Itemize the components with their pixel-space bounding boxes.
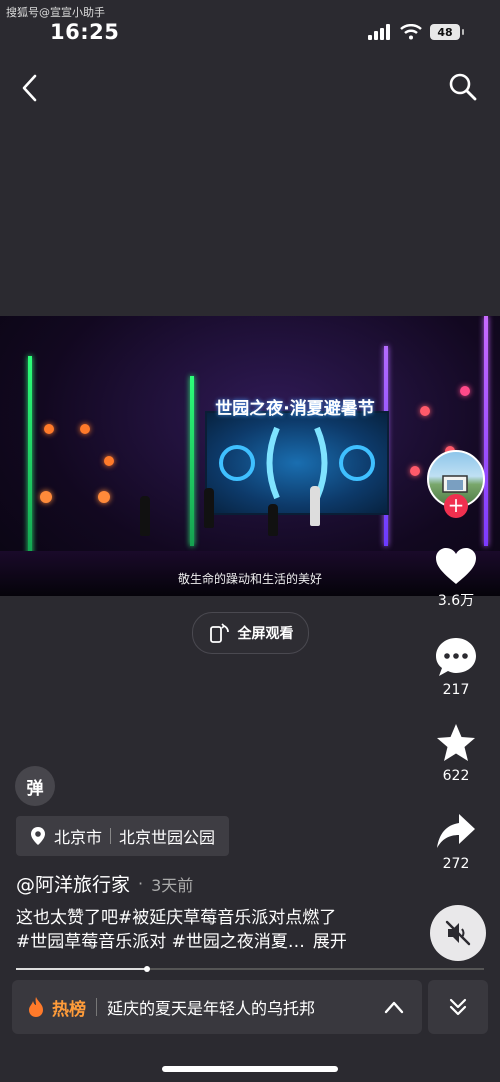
stage-light-bar [190, 376, 194, 546]
screen-graphic [219, 426, 375, 500]
share-count: 272 [442, 856, 470, 872]
hot-list-label: 热榜 [52, 999, 86, 1020]
stage-light [420, 406, 430, 416]
location-tag[interactable]: 北京市 北京世园公园 [16, 816, 230, 856]
home-indicator[interactable] [162, 1066, 338, 1072]
star-icon [437, 724, 475, 761]
stage-light-bar [28, 356, 32, 556]
fullscreen-button[interactable]: 全屏观看 [192, 612, 309, 654]
speaker-muted-icon [445, 920, 471, 946]
caption-line-text: #世园草莓音乐派对 #世园之夜消夏… [16, 932, 305, 952]
performer [140, 496, 150, 536]
mute-button[interactable] [430, 905, 486, 961]
status-time: 16:25 [50, 20, 120, 44]
chevron-left-icon [22, 74, 37, 102]
battery-indicator: 48 [430, 24, 460, 40]
progress-fill [16, 968, 148, 970]
location-city: 北京市 [54, 828, 103, 847]
share-arrow-icon [437, 814, 475, 848]
comment-icon [436, 638, 476, 676]
back-button[interactable] [18, 72, 42, 108]
stage-light [104, 456, 114, 466]
status-icons: 48 [368, 24, 464, 40]
comment-count: 217 [442, 682, 470, 698]
stage-light [460, 386, 470, 396]
hot-topic-text: 延庆的夏天是年轻人的乌托邦 [107, 999, 316, 1018]
favorite-count: 622 [442, 768, 470, 784]
wifi-icon [400, 24, 422, 40]
battery-tip [462, 29, 464, 35]
fullscreen-label: 全屏观看 [237, 626, 294, 642]
stage-light [40, 491, 52, 503]
comment-action[interactable]: 217 [424, 636, 488, 698]
like-count: 3.6万 [437, 593, 475, 609]
caption-line: 这也太赞了吧#被延庆草莓音乐派对点燃了 [16, 908, 337, 928]
flame-icon [29, 997, 43, 1017]
double-chevron-down-icon [449, 998, 467, 1016]
performer [204, 488, 214, 528]
video-caption[interactable]: 这也太赞了吧#被延庆草莓音乐派对点燃了 #世园草莓音乐派对 #世园之夜消夏… 展开 [16, 906, 436, 954]
performer [310, 486, 320, 526]
author-separator: · [138, 874, 144, 893]
danmu-toggle-button[interactable]: 弹 [15, 766, 55, 806]
collapse-button[interactable] [428, 980, 488, 1034]
video-progress-bar[interactable] [16, 966, 484, 972]
rotate-screen-icon [209, 623, 229, 643]
search-icon [449, 73, 477, 101]
post-time: 3天前 [151, 875, 194, 895]
led-screen [205, 411, 389, 515]
hot-list-bar[interactable]: 热榜 延庆的夏天是年轻人的乌托邦 [12, 980, 422, 1034]
heart-icon [436, 548, 476, 584]
search-button[interactable] [448, 72, 478, 106]
performer [268, 504, 278, 536]
signal-icon [368, 24, 390, 40]
stage-light [44, 424, 54, 434]
author-name[interactable]: @阿洋旅行家 [16, 870, 130, 897]
stage-title: 世园之夜·消夏避暑节 [215, 399, 375, 419]
stage-light [80, 424, 90, 434]
follow-plus-button[interactable]: + [444, 494, 468, 518]
caption-line-2: #世园草莓音乐派对 #世园之夜消夏… 展开 [16, 930, 436, 954]
progress-handle[interactable] [144, 966, 151, 972]
creator-avatar-group[interactable]: + [424, 450, 488, 518]
expand-caption-link[interactable]: 展开 [313, 932, 347, 952]
like-action[interactable]: 3.6万 [424, 546, 488, 610]
author-row: @阿洋旅行家 · 3天前 [16, 870, 193, 897]
location-pin-icon [31, 827, 45, 845]
location-place: 北京世园公园 [119, 828, 216, 847]
favorite-action[interactable]: 622 [424, 722, 488, 784]
location-divider [110, 828, 112, 844]
watermark: 搜狐号@宣宣小助手 [6, 6, 105, 19]
chevron-up-icon[interactable] [384, 1000, 404, 1014]
stage-light [98, 491, 110, 503]
stage-light [410, 466, 420, 476]
hot-divider [96, 998, 97, 1016]
share-action[interactable]: 272 [424, 812, 488, 872]
